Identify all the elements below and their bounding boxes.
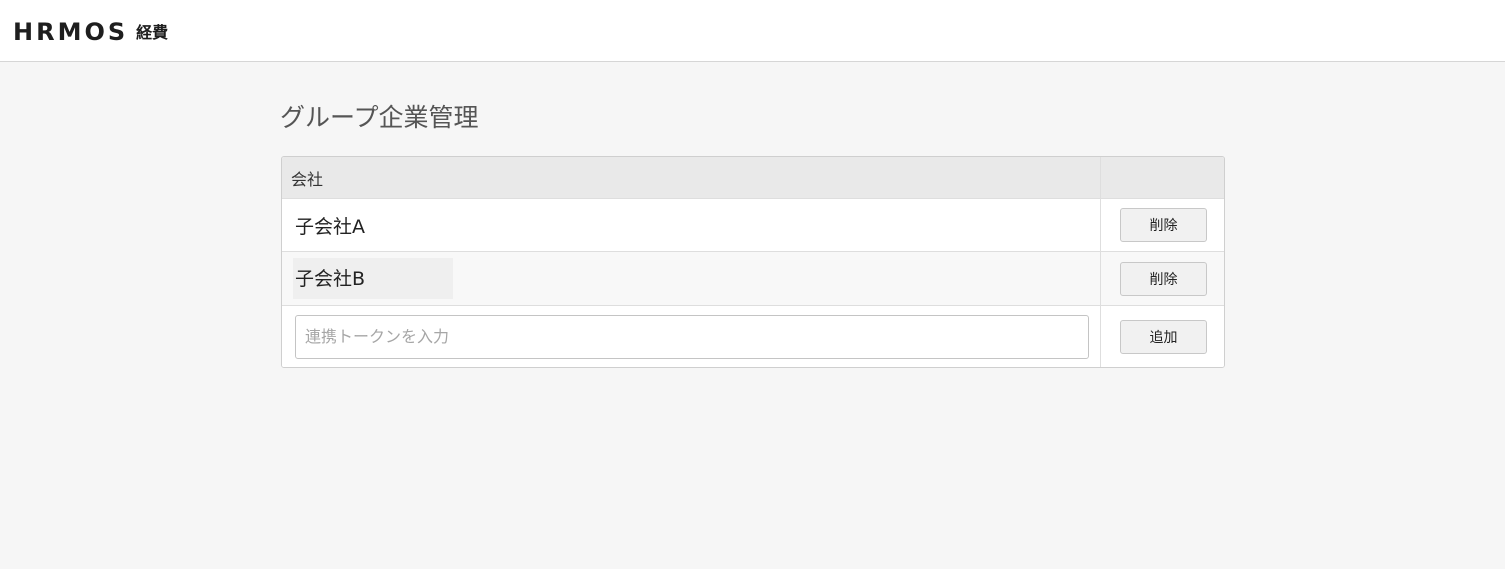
- app-header: HRMOS 経費: [0, 0, 1505, 62]
- action-cell: 追加: [1101, 306, 1224, 367]
- page-title: グループ企業管理: [280, 103, 479, 132]
- table-header-row: 会社: [282, 157, 1224, 198]
- delete-button[interactable]: 削除: [1120, 261, 1207, 296]
- add-company-row: 追加: [282, 305, 1224, 367]
- logo-wordmark: HRMOS: [13, 18, 129, 46]
- company-cell: 子会社A: [282, 199, 1101, 251]
- action-cell: 削除: [1101, 199, 1224, 251]
- company-name: 子会社B: [293, 258, 454, 299]
- group-company-table: 会社 子会社A 削除 子会社B 削除 追加: [281, 156, 1225, 368]
- table-row: 子会社B 削除: [282, 251, 1224, 305]
- app-logo[interactable]: HRMOS 経費: [13, 17, 168, 47]
- company-cell: 子会社B: [282, 252, 1101, 305]
- company-name: 子会社A: [295, 215, 365, 238]
- token-input-cell: [282, 306, 1101, 367]
- action-cell: 削除: [1101, 252, 1224, 305]
- add-button[interactable]: 追加: [1120, 319, 1207, 354]
- logo-product-name: 経費: [136, 23, 169, 42]
- column-header-company: 会社: [282, 157, 1101, 198]
- column-header-action: [1101, 157, 1224, 198]
- table-row: 子会社A 削除: [282, 198, 1224, 251]
- delete-button[interactable]: 削除: [1120, 208, 1207, 242]
- link-token-input[interactable]: [295, 314, 1089, 359]
